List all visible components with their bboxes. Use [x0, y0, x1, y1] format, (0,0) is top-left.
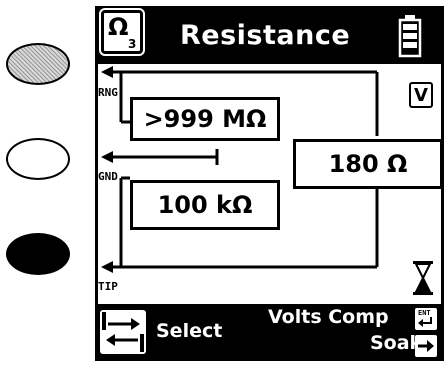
soft-key-middle[interactable] [6, 138, 70, 180]
ohm-mode-icon: Ω 3 [101, 10, 143, 54]
rng-label: RNG [98, 86, 118, 99]
hourglass-icon [413, 261, 433, 295]
soft-key-top[interactable] [6, 43, 70, 85]
v-badge-label: V [414, 84, 428, 106]
gnd-reading-value: 100 kΩ [157, 191, 253, 219]
voltage-indicator-badge: V [409, 82, 433, 108]
battery-full-icon [398, 15, 422, 58]
tip-label: TIP [98, 280, 118, 293]
rng-arrow [101, 66, 113, 78]
mode-subscript: 3 [128, 37, 137, 51]
select-arrows-icon[interactable] [100, 310, 146, 354]
gnd-reading-box: 100 kΩ [130, 180, 280, 230]
rng-reading-value: >999 MΩ [143, 105, 267, 133]
soft-key-bottom[interactable] [6, 233, 70, 275]
ohm-symbol: Ω [108, 13, 129, 41]
tip-arrow [101, 261, 113, 273]
enter-key-icon[interactable]: ENT [415, 308, 437, 330]
select-label[interactable]: Select [156, 320, 222, 342]
gnd-arrow [101, 151, 113, 163]
page-title: Resistance [180, 20, 351, 51]
gnd-label: GND [98, 170, 118, 183]
enter-key-label: ENT [418, 309, 431, 317]
main-reading-box: 180 Ω [293, 139, 443, 189]
main-reading-value: 180 Ω [328, 150, 408, 178]
volts-comp-label[interactable]: Volts Comp [268, 306, 389, 328]
rng-reading-box: >999 MΩ [130, 97, 280, 141]
right-arrow-key-icon[interactable] [415, 335, 437, 357]
